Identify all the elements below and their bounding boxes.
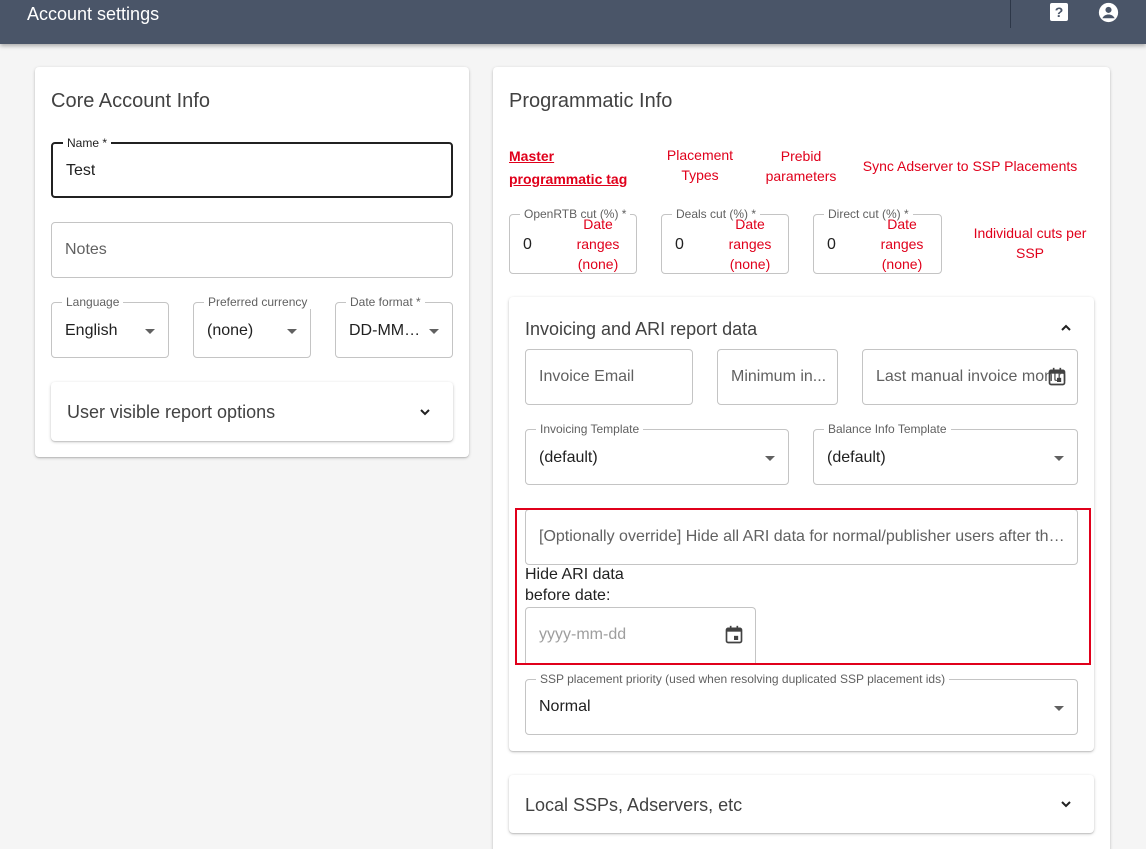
invoicing-template-select[interactable]: Invoicing Template (default): [525, 422, 789, 485]
appbar-divider: [1010, 0, 1011, 28]
report-options-expander[interactable]: User visible report options: [51, 382, 453, 441]
invoicing-template-label: Invoicing Template: [536, 422, 644, 436]
ssp-priority-select[interactable]: SSP placement priority (used when resolv…: [525, 672, 1078, 735]
ssp-priority-label: SSP placement priority (used when resolv…: [536, 672, 950, 686]
programmatic-title: Programmatic Info: [509, 90, 673, 112]
last-manual-invoice-field[interactable]: Last manual invoice month: [862, 349, 1078, 405]
language-value: English: [65, 322, 118, 339]
chevron-down-icon: [765, 456, 775, 461]
chevron-down-icon: [429, 329, 439, 334]
openrtb-cut-value: 0: [523, 236, 532, 253]
page-title: Account settings: [27, 4, 160, 24]
last-manual-invoice-placeholder: Last manual invoice month: [876, 368, 1066, 385]
currency-label: Preferred currency: [204, 295, 312, 309]
currency-select[interactable]: Preferred currency (none): [193, 295, 312, 358]
highlight-annotation: [515, 508, 1091, 665]
prebid-parameters-link[interactable]: Prebid parameters: [760, 146, 842, 186]
chevron-down-icon: [1054, 706, 1064, 711]
language-label: Language: [62, 295, 124, 309]
core-account-card: Core Account Info Name * Test Notes Lang…: [35, 67, 469, 457]
direct-date-ranges-link[interactable]: Date ranges (none): [876, 214, 928, 274]
local-ssps-expander[interactable]: Local SSPs, Adservers, etc: [509, 775, 1094, 833]
chevron-down-icon: [145, 329, 155, 334]
name-field[interactable]: Name * Test: [51, 136, 453, 198]
date-format-value: DD-MM-...: [349, 322, 421, 339]
invoice-email-field[interactable]: Invoice Email: [525, 349, 693, 405]
ssp-priority-value: Normal: [539, 698, 591, 715]
openrtb-date-ranges-link[interactable]: Date ranges (none): [572, 214, 624, 274]
app-bar: Account settings ?: [0, 0, 1146, 44]
date-format-label: Date format *: [346, 295, 425, 309]
sync-adserver-link[interactable]: Sync Adserver to SSP Placements: [862, 156, 1078, 176]
notes-placeholder: Notes: [65, 241, 107, 258]
master-programmatic-tag-link[interactable]: Master programmatic tag: [509, 145, 639, 191]
core-account-title: Core Account Info: [51, 90, 210, 112]
balance-template-value: (default): [827, 449, 886, 466]
language-select[interactable]: Language English: [51, 295, 169, 358]
minimum-invoice-field[interactable]: Minimum in...: [717, 349, 838, 405]
help-icon[interactable]: ?: [1050, 3, 1068, 21]
calendar-icon[interactable]: [1047, 367, 1067, 387]
deals-cut-value: 0: [675, 236, 684, 253]
chevron-down-icon[interactable]: [417, 404, 433, 420]
placement-types-link[interactable]: Placement Types: [660, 145, 740, 185]
balance-template-select[interactable]: Balance Info Template (default): [813, 422, 1078, 485]
report-options-title: User visible report options: [67, 402, 276, 422]
individual-cuts-link[interactable]: Individual cuts per SSP: [964, 223, 1096, 263]
name-value: Test: [66, 162, 96, 179]
invoicing-template-value: (default): [539, 449, 598, 466]
direct-cut-value: 0: [827, 236, 836, 253]
invoice-email-placeholder: Invoice Email: [539, 368, 635, 385]
chevron-down-icon[interactable]: [1058, 796, 1074, 812]
chevron-up-icon[interactable]: [1058, 320, 1074, 336]
minimum-invoice-placeholder: Minimum in...: [731, 368, 827, 385]
account-circle-icon[interactable]: [1098, 2, 1119, 23]
name-label: Name *: [63, 136, 112, 150]
notes-field[interactable]: Notes: [51, 222, 453, 278]
invoicing-title: Invoicing and ARI report data: [525, 319, 758, 339]
date-format-select[interactable]: Date format * DD-MM-...: [335, 295, 453, 358]
currency-value: (none): [207, 322, 254, 339]
chevron-down-icon: [1054, 456, 1064, 461]
balance-template-label: Balance Info Template: [824, 422, 951, 436]
chevron-down-icon: [287, 329, 297, 334]
deals-date-ranges-link[interactable]: Date ranges (none): [724, 214, 776, 274]
local-ssps-title: Local SSPs, Adservers, etc: [525, 795, 743, 815]
